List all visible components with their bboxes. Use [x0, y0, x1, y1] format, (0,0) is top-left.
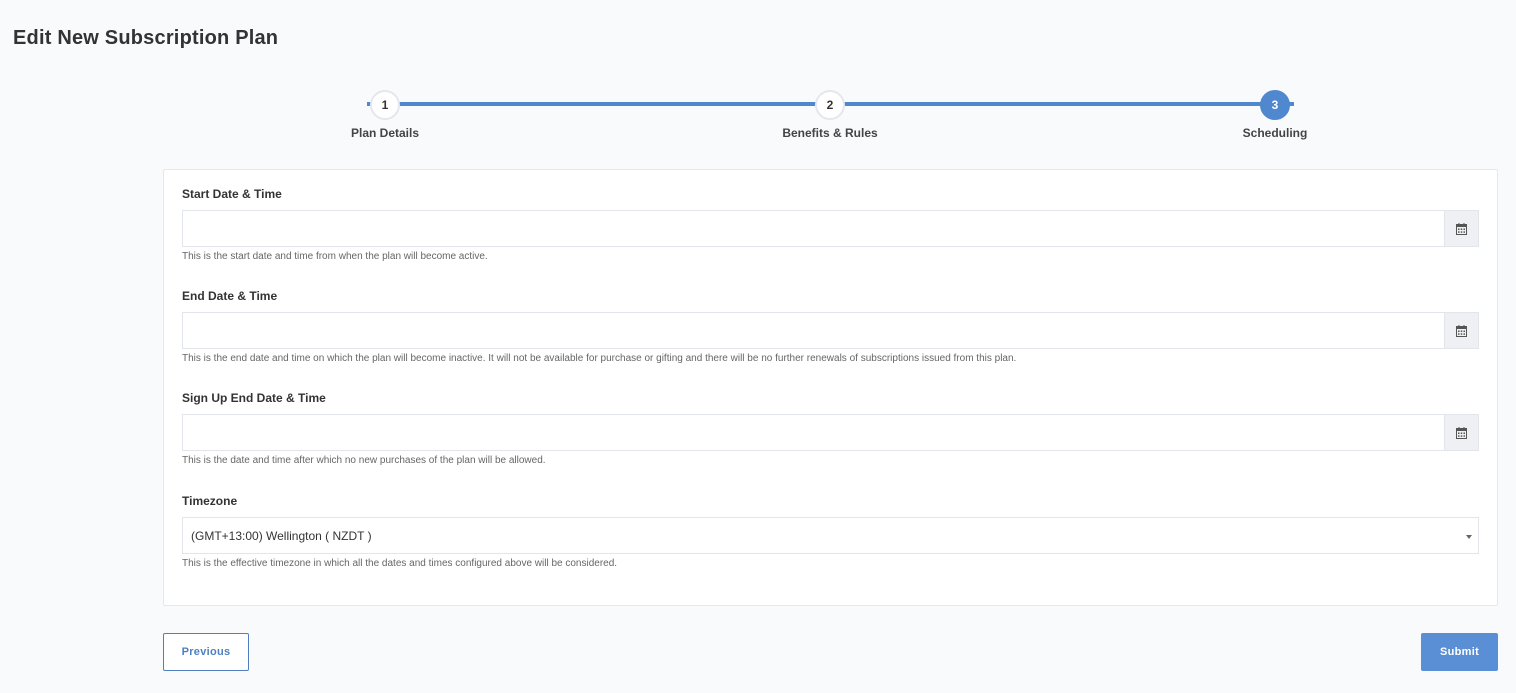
end-date-input-group: [182, 312, 1479, 349]
scheduling-form: Start Date & Time This is the start date…: [163, 169, 1498, 606]
signup-end-date-help: This is the date and time after which no…: [182, 455, 546, 466]
signup-end-date-field: Sign Up End Date & Time This is the date…: [182, 391, 1479, 466]
calendar-icon: [1456, 222, 1467, 235]
stepper: 1 Plan Details 2 Benefits & Rules 3 Sche…: [0, 0, 1516, 150]
signup-end-date-input[interactable]: [183, 415, 1444, 450]
timezone-help: This is the effective timezone in which …: [182, 558, 618, 569]
end-date-input[interactable]: [183, 313, 1444, 348]
start-date-input-group: [182, 210, 1479, 247]
timezone-select[interactable]: (GMT+13:00) Wellington ( NZDT ): [182, 517, 1479, 554]
timezone-label: Timezone: [182, 494, 238, 508]
step-3-label[interactable]: Scheduling: [1175, 126, 1375, 140]
submit-button[interactable]: Submit: [1421, 633, 1498, 671]
end-date-label: End Date & Time: [182, 289, 278, 303]
start-date-help: This is the start date and time from whe…: [182, 251, 488, 262]
calendar-icon: [1456, 426, 1467, 439]
end-date-calendar-button[interactable]: [1444, 313, 1478, 348]
start-date-label: Start Date & Time: [182, 187, 282, 201]
start-date-input[interactable]: [183, 211, 1444, 246]
end-date-field: End Date & Time This is the end date and…: [182, 289, 1479, 364]
step-1-label[interactable]: Plan Details: [285, 126, 485, 140]
step-3-circle[interactable]: 3: [1260, 90, 1290, 120]
timezone-field: Timezone (GMT+13:00) Wellington ( NZDT )…: [182, 494, 1479, 569]
end-date-help: This is the end date and time on which t…: [182, 353, 1017, 364]
signup-end-date-label: Sign Up End Date & Time: [182, 391, 326, 405]
step-1-circle[interactable]: 1: [370, 90, 400, 120]
chevron-down-icon: [1466, 535, 1472, 539]
start-date-calendar-button[interactable]: [1444, 211, 1478, 246]
timezone-selected-value: (GMT+13:00) Wellington ( NZDT ): [191, 528, 372, 543]
signup-end-date-input-group: [182, 414, 1479, 451]
calendar-icon: [1456, 324, 1467, 337]
signup-end-date-calendar-button[interactable]: [1444, 415, 1478, 450]
step-2-label[interactable]: Benefits & Rules: [730, 126, 930, 140]
previous-button[interactable]: Previous: [163, 633, 249, 671]
start-date-field: Start Date & Time This is the start date…: [182, 187, 1479, 262]
step-2-circle[interactable]: 2: [815, 90, 845, 120]
